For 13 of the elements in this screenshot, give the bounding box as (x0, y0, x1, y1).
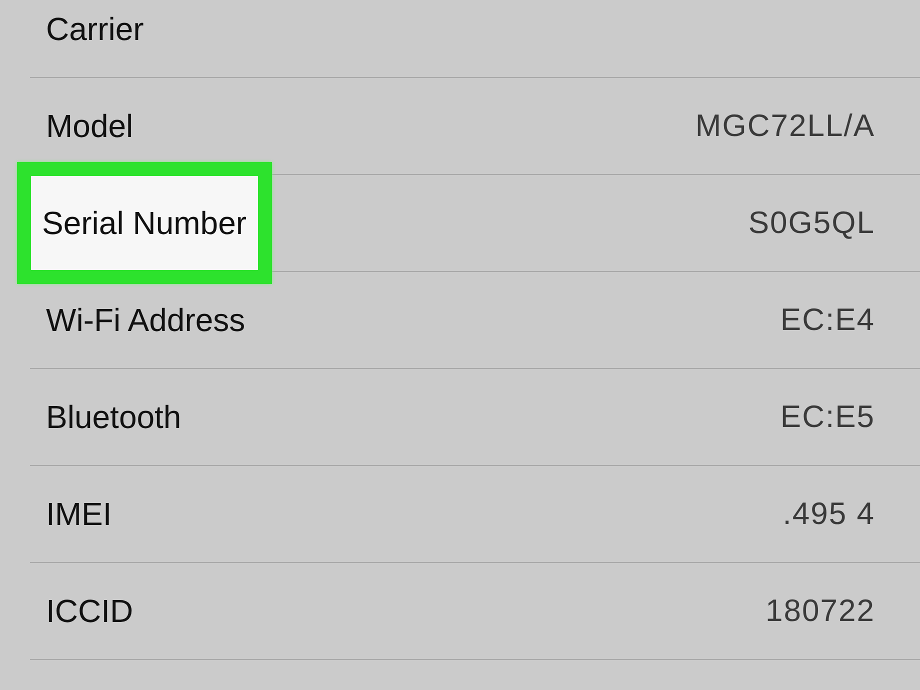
row-label: Bluetooth (46, 398, 182, 436)
row-label: Model (46, 108, 134, 144)
row-value: MGC72LL/A (695, 108, 875, 144)
row-label: IMEI (46, 496, 112, 532)
row-value: .495 4 (782, 496, 875, 532)
highlighted-label: Serial Number (17, 162, 272, 284)
row-value: EC:E4 (780, 302, 875, 338)
row-label: Carrier (46, 11, 144, 48)
row-value: EC:E5 (780, 399, 875, 435)
row-label: ICCID (46, 592, 134, 630)
row-value: 180722 (766, 593, 875, 629)
row-label: Wi-Fi Address (46, 302, 246, 338)
row-value: S0G5QL (748, 205, 875, 241)
